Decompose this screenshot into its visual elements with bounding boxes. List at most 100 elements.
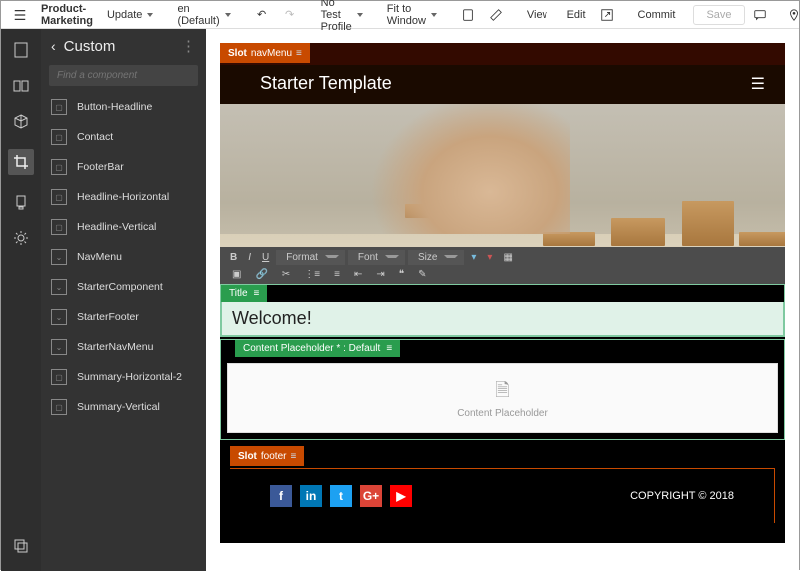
comment-button[interactable] (747, 6, 773, 24)
rte-italic[interactable]: I (244, 251, 255, 264)
googleplus-icon[interactable]: G+ (360, 485, 382, 507)
rte-bgcolor-icon[interactable]: ▾ (483, 251, 496, 264)
undo-button[interactable]: ↶ (249, 6, 275, 24)
external-icon (600, 8, 614, 22)
component-item[interactable]: ▢Headline-Horizontal (41, 182, 206, 212)
component-item[interactable]: ⌄StarterComponent (41, 272, 206, 302)
component-item[interactable]: ▢Summary-Vertical (41, 392, 206, 422)
rail-crop-icon[interactable] (8, 149, 34, 175)
rte-link-icon[interactable]: 🔗 (251, 268, 271, 281)
rte-underline[interactable]: U (258, 251, 273, 264)
rte-format-dropdown[interactable]: Format (276, 250, 345, 265)
rte-outdent-icon[interactable]: ⇤ (350, 268, 366, 281)
page-header[interactable]: Starter Template ☰ (220, 65, 785, 104)
rich-text-toolbar: B I U Format Font Size ▾ ▾ ▦ ▣ 🔗 ✂ ⋮≡ ≡ (220, 247, 785, 284)
component-icon: ▢ (51, 99, 67, 115)
cp-menu-icon[interactable]: ≡ (386, 343, 392, 354)
product-label: Product-Marketing (41, 3, 93, 27)
component-item[interactable]: ⌄NavMenu (41, 242, 206, 272)
rail-flag-icon[interactable] (12, 193, 30, 211)
rail-cube-icon[interactable] (12, 113, 30, 131)
title-text: Welcome! (232, 308, 312, 328)
save-label: Save (706, 9, 731, 21)
cp-label: Content Placeholder (457, 408, 548, 419)
rte-ol-icon[interactable]: ≡ (330, 268, 344, 281)
rail-panel-icon[interactable] (12, 77, 30, 95)
title-tab[interactable]: Title≡ (221, 285, 267, 302)
component-item[interactable]: ⌄ StarterFooter (41, 302, 206, 332)
page-canvas[interactable]: Slot navMenu ≡ Starter Template ☰ B (220, 43, 785, 543)
location-button[interactable] (781, 6, 800, 24)
nav-slot-tab[interactable]: Slot navMenu ≡ (220, 43, 310, 63)
linkedin-icon[interactable]: in (300, 485, 322, 507)
component-label: NavMenu (77, 251, 122, 263)
component-label: Button-Headline (77, 101, 152, 113)
commit-button[interactable]: Commit (632, 7, 682, 23)
update-dropdown[interactable]: Update (101, 7, 159, 23)
rte-ul-icon[interactable]: ⋮≡ (300, 268, 324, 281)
rte-font-dropdown[interactable]: Font (348, 250, 405, 265)
ruler-button[interactable] (483, 6, 509, 24)
profile-dropdown[interactable]: No Test Profile (315, 0, 369, 35)
hamburger-icon[interactable]: ☰ (751, 74, 765, 94)
rte-indent-icon[interactable]: ⇥ (372, 268, 388, 281)
slot-menu-icon[interactable]: ≡ (290, 451, 296, 462)
slot-name: navMenu (251, 48, 292, 59)
rte-color-icon[interactable]: ▾ (467, 251, 480, 264)
rte-bold[interactable]: B (226, 251, 241, 264)
rte-image-icon[interactable]: ▣ (228, 268, 245, 281)
rte-quote-icon[interactable]: ❝ (395, 268, 408, 281)
rte-clear-icon[interactable]: ✎ (414, 268, 430, 281)
back-chevron-icon[interactable]: ‹ (51, 38, 56, 54)
component-item[interactable]: ▢ Button-Headline (41, 92, 206, 122)
rte-unlink-icon[interactable]: ✂ (278, 268, 294, 281)
slot-menu-icon[interactable]: ≡ (296, 48, 302, 59)
cp-body[interactable]: 🗎 Content Placeholder (227, 363, 778, 433)
rte-size-dropdown[interactable]: Size (408, 250, 464, 265)
nav-slot-header: Slot navMenu ≡ (220, 43, 785, 65)
rail-page-icon[interactable] (12, 41, 30, 59)
save-button[interactable]: Save (693, 5, 744, 25)
twitter-icon[interactable]: t (330, 485, 352, 507)
title-field[interactable]: Welcome! (221, 302, 784, 336)
component-label: StarterFooter (77, 311, 139, 323)
footer-slot-tab[interactable]: Slot footer ≡ (230, 446, 304, 466)
locale-dropdown[interactable]: en (Default) (171, 1, 236, 29)
undo-icon: ↶ (255, 8, 269, 22)
rail-copy-icon[interactable] (12, 537, 30, 555)
component-item[interactable]: ▢Headline-Vertical (41, 212, 206, 242)
component-label: Headline-Vertical (77, 221, 156, 233)
panel-header: ‹ Custom ⋮ (41, 29, 206, 63)
title-component[interactable]: Title≡ Welcome! (220, 284, 785, 337)
component-label: FooterBar (77, 161, 124, 173)
component-icon: ▢ (51, 369, 67, 385)
content-placeholder-component[interactable]: Content Placeholder * : Default≡ 🗎 Conte… (220, 339, 785, 440)
device-icon (461, 8, 475, 22)
component-item[interactable]: ▢Summary-Horizontal-2 (41, 362, 206, 392)
rail-gear-icon[interactable] (12, 229, 30, 247)
hero-image[interactable]: B I U Format Font Size ▾ ▾ ▦ ▣ 🔗 ✂ ⋮≡ ≡ (220, 104, 785, 284)
component-search-input[interactable] (49, 65, 198, 86)
footer-component[interactable]: Slot footer ≡ f in t G+ ▶ COPYRIGHT © 20… (220, 440, 785, 543)
youtube-icon[interactable]: ▶ (390, 485, 412, 507)
component-item[interactable]: ▢FooterBar (41, 152, 206, 182)
menu-button[interactable] (7, 6, 33, 24)
product-dropdown[interactable]: Product-Marketing (35, 1, 99, 29)
preview-button[interactable] (594, 6, 620, 24)
canvas-wrapper: Slot navMenu ≡ Starter Template ☰ B (206, 29, 799, 571)
title-menu-icon[interactable]: ≡ (254, 288, 260, 299)
cp-tab[interactable]: Content Placeholder * : Default≡ (235, 340, 400, 357)
rte-more-icon[interactable]: ▦ (499, 251, 516, 264)
component-label: Headline-Horizontal (77, 191, 169, 203)
facebook-icon[interactable]: f (270, 485, 292, 507)
component-item[interactable]: ⌄StarterNavMenu (41, 332, 206, 362)
redo-button[interactable]: ↷ (277, 6, 303, 24)
panel-more-icon[interactable]: ⋮ (181, 37, 196, 55)
slot-name: footer (261, 451, 287, 462)
footer-slot-header: Slot footer ≡ (230, 446, 775, 464)
component-chevron-icon: ⌄ (51, 309, 67, 325)
fit-dropdown[interactable]: Fit to Window (381, 1, 443, 29)
component-item[interactable]: ▢Contact (41, 122, 206, 152)
device-button[interactable] (455, 6, 481, 24)
component-label: StarterComponent (77, 281, 163, 293)
